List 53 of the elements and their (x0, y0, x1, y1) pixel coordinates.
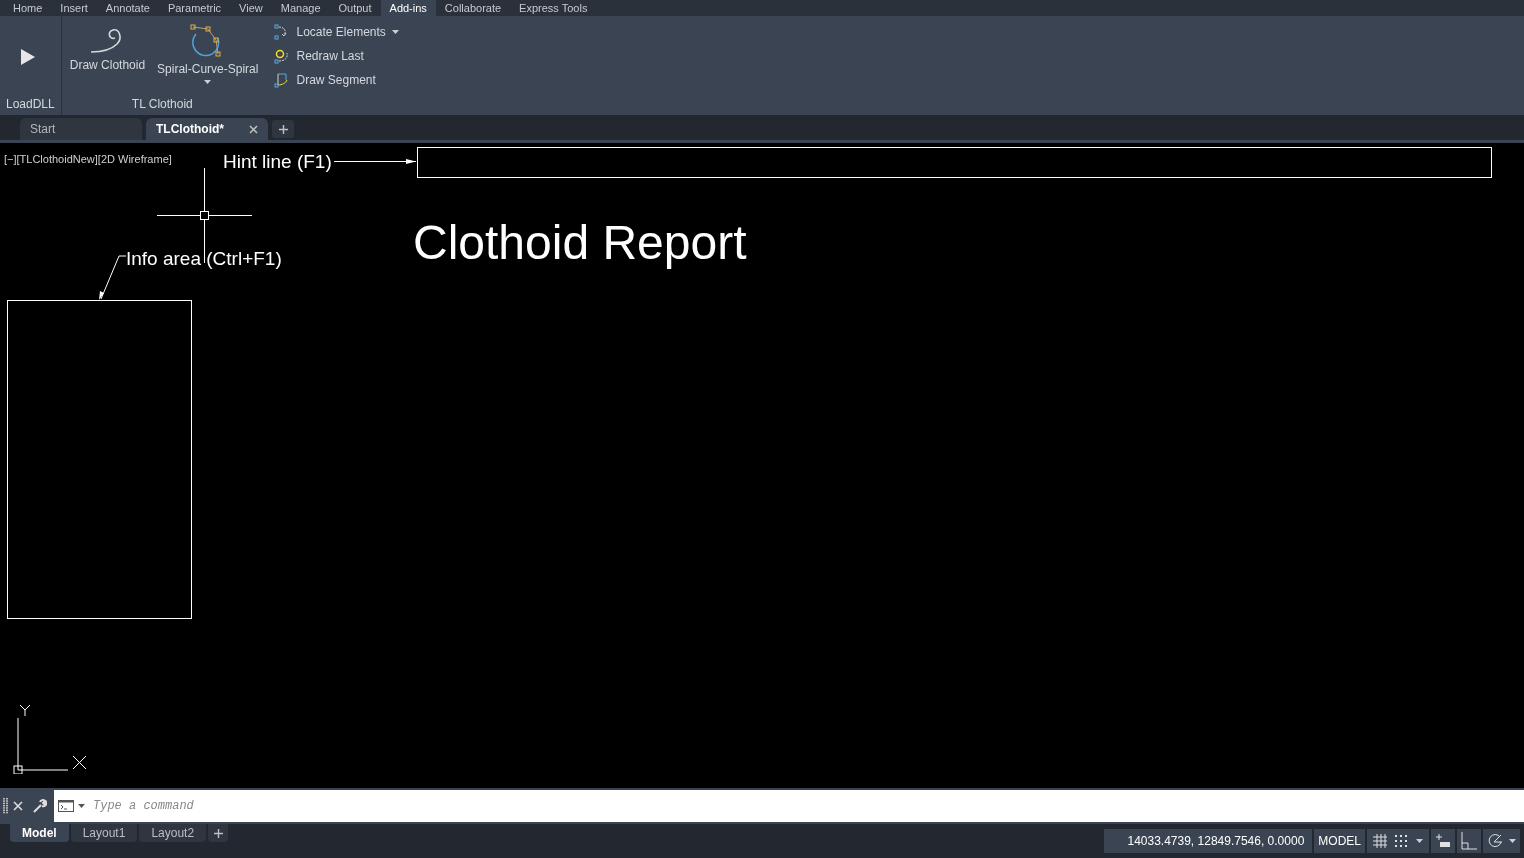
plus-icon (213, 828, 223, 838)
close-icon[interactable] (249, 124, 258, 134)
ortho-input-icon[interactable] (1431, 829, 1455, 853)
document-tab[interactable]: TLClothoid* (146, 118, 268, 140)
layout-tab[interactable]: Layout2 (139, 824, 207, 842)
ortho-angle-icon[interactable] (1457, 829, 1481, 853)
close-icon[interactable] (13, 801, 23, 811)
ribbon-small-button[interactable]: Redraw Last (274, 46, 399, 66)
ribbon-tab[interactable]: Home (4, 0, 52, 16)
grip-icon[interactable] (3, 798, 9, 814)
ribbon-tab[interactable]: Collaborate (435, 0, 511, 16)
ribbon-tab[interactable]: Manage (271, 0, 330, 16)
ribbon-tab[interactable]: Annotate (96, 0, 159, 16)
ribbon-tab[interactable]: Express Tools (510, 0, 597, 16)
layout-tab[interactable]: Layout1 (70, 824, 138, 842)
play-icon (20, 48, 36, 66)
ribbon-large-button[interactable]: Draw Clothoid (65, 24, 150, 74)
redraw-icon (274, 48, 291, 64)
info-label: Info area (Ctrl+F1) (126, 247, 282, 271)
ribbon-tab[interactable]: Parametric (158, 0, 231, 16)
caret-icon (1509, 839, 1516, 843)
new-tab-button[interactable] (272, 120, 294, 138)
coordinates-readout: 14033.4739, 12849.7546, 0.0000 (1104, 829, 1313, 853)
plus-icon (278, 124, 288, 134)
ribbon-tab[interactable]: View (230, 0, 272, 16)
grid-icon[interactable] (1373, 834, 1387, 848)
ribbon-panel-title: LoadDLL (5, 96, 56, 113)
ribbon-small-button[interactable]: Draw Segment (274, 70, 399, 90)
caret-icon (391, 30, 399, 34)
ribbon-tab[interactable]: Add-ins (380, 0, 436, 16)
command-input-field[interactable]: Type a command (87, 790, 1524, 822)
ucs-axes-icon (12, 704, 88, 774)
viewport-label[interactable]: [−][TLClothoidNew][2D Wireframe] (4, 151, 172, 168)
document-tab[interactable]: Start (20, 118, 142, 140)
snap-dots-icon[interactable] (1395, 834, 1408, 848)
polar-tracking-icon[interactable] (1487, 833, 1503, 849)
caret-icon (78, 804, 85, 808)
caret-icon (1416, 839, 1423, 843)
wrench-icon[interactable] (33, 799, 47, 813)
report-title: Clothoid Report (413, 215, 747, 271)
ribbon-tab[interactable]: Insert (51, 0, 97, 16)
command-history-button[interactable] (54, 790, 87, 822)
ribbon-small-button[interactable]: Locate Elements (274, 22, 399, 42)
terminal-icon (58, 800, 74, 812)
ribbon-tab[interactable]: Output (329, 0, 381, 16)
leader-line (98, 255, 126, 301)
caret-icon (204, 80, 212, 84)
model-space-button[interactable]: MODEL (1314, 829, 1365, 853)
hint-label: Hint line (F1) (223, 150, 332, 174)
new-layout-button[interactable] (208, 824, 229, 842)
layout-tab[interactable]: Model (10, 824, 69, 842)
ribbon-panel-title: TL Clothoid (130, 96, 194, 113)
ribbon-large-button[interactable]: Spiral-Curve-Spiral (153, 24, 263, 84)
